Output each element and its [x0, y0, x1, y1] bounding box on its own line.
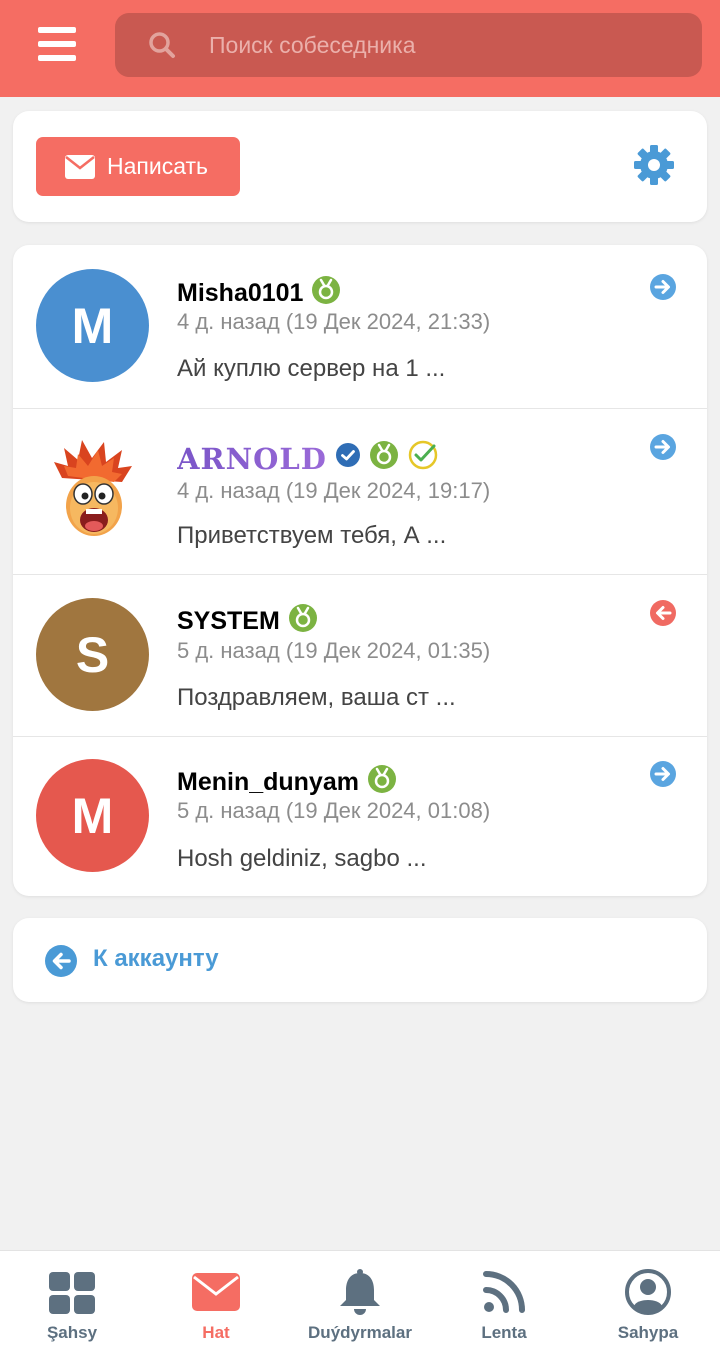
nav-label: Lenta [481, 1323, 527, 1342]
search-input[interactable] [209, 13, 679, 77]
medal-badge-icon [369, 440, 399, 477]
search-icon [149, 32, 175, 58]
conversation-row[interactable]: S SYSTEM 5 д. назад (19 Дек 2024, 01:35)… [13, 574, 707, 736]
nav-label: Şahsy [46, 1323, 98, 1342]
back-arrow-icon [45, 945, 77, 977]
search-bar[interactable] [115, 13, 702, 77]
conversation-row[interactable]: M Misha0101 4 д. назад (19 Дек 2024, 21:… [13, 245, 707, 408]
compose-button[interactable]: Написать [36, 137, 240, 196]
verified-check-icon [335, 442, 361, 475]
outgoing-arrow-icon [650, 761, 676, 787]
avatar: S [36, 598, 149, 711]
avatar-letter: M [71, 787, 114, 844]
settings-gear-icon[interactable] [633, 144, 675, 191]
nav-item-sahypa[interactable]: Sahypa [576, 1251, 720, 1351]
nav-item-sahsy[interactable]: Şahsy [0, 1251, 144, 1351]
nav-item-hat[interactable]: Hat [144, 1251, 288, 1351]
contact-name-text: Menin_dunyam [177, 768, 359, 796]
conversation-row[interactable]: ARNOLD 4 д. назад (19 Дек 2024, 19:17) П… [13, 408, 707, 574]
medal-badge-icon [311, 275, 341, 312]
message-time: 4 д. назад (19 Дек 2024, 21:33) [177, 309, 491, 334]
contact-name[interactable]: SYSTEM [177, 603, 318, 640]
conversation-list: M Misha0101 4 д. назад (19 Дек 2024, 21:… [13, 245, 707, 896]
compose-button-label: Написать [107, 153, 209, 179]
user-circle-icon [625, 1269, 671, 1315]
bell-icon [340, 1269, 380, 1315]
online-check-icon [407, 439, 439, 478]
contact-name[interactable]: Misha0101 [177, 275, 341, 312]
conversation-row[interactable]: M Menin_dunyam 5 д. назад (19 Дек 2024, … [13, 736, 707, 896]
medal-badge-icon [367, 764, 397, 801]
nav-label: Hat [202, 1323, 230, 1342]
nav-label: Duýdyrmalar [308, 1323, 412, 1342]
contact-name-text: Misha0101 [177, 279, 304, 307]
message-time: 5 д. назад (19 Дек 2024, 01:35) [177, 638, 491, 663]
message-preview: Hosh geldiniz, sagbo ... [177, 845, 427, 872]
cartoon-avatar-image [53, 439, 132, 536]
contact-name-text: ARNOLD [177, 441, 327, 476]
nav-label: Sahypa [617, 1323, 679, 1342]
contact-name[interactable]: Menin_dunyam [177, 764, 397, 801]
envelope-icon [65, 154, 95, 179]
avatar: M [36, 269, 149, 382]
envelope-icon [192, 1273, 240, 1311]
avatar-letter: M [71, 297, 114, 354]
outgoing-arrow-icon [650, 274, 676, 300]
contact-name-text: SYSTEM [177, 607, 280, 635]
app-header [0, 0, 720, 97]
avatar: M [36, 759, 149, 872]
message-time: 4 д. назад (19 Дек 2024, 19:17) [177, 478, 491, 503]
grid-icon [49, 1272, 95, 1314]
nav-item-lenta[interactable]: Lenta [432, 1251, 576, 1351]
message-preview: Ай куплю сервер на 1 ... [177, 355, 446, 382]
bottom-navigation: Şahsy Hat Duýdyrmalar Lenta Sahypa [0, 1250, 720, 1351]
nav-item-duydyrmalar[interactable]: Duýdyrmalar [288, 1251, 432, 1351]
message-preview: Поздравляем, ваша ст ... [177, 684, 456, 711]
outgoing-arrow-icon [650, 434, 676, 460]
avatar-letter: S [75, 626, 110, 683]
contact-name[interactable]: ARNOLD [177, 439, 439, 478]
rss-icon [483, 1271, 525, 1313]
medal-badge-icon [288, 603, 318, 640]
message-preview: Приветствуем тебя, А ... [177, 522, 447, 549]
incoming-arrow-icon [650, 600, 676, 626]
toolbar-card: Написать [13, 111, 707, 222]
message-time: 5 д. назад (19 Дек 2024, 01:08) [177, 798, 491, 823]
hamburger-menu-icon[interactable] [38, 27, 76, 61]
back-to-account-link[interactable]: К аккаунту [13, 918, 707, 1002]
back-link-label: К аккаунту [93, 945, 219, 972]
avatar [36, 434, 149, 547]
